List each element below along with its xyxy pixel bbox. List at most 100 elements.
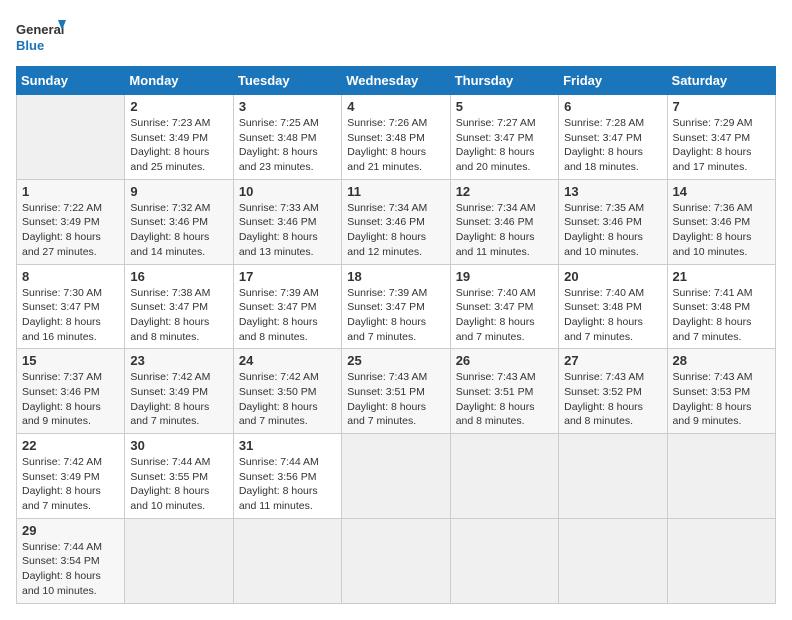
day-number: 4 <box>347 99 444 114</box>
calendar-cell <box>450 518 558 603</box>
calendar-cell: 20 Sunrise: 7:40 AMSunset: 3:48 PMDayligh… <box>559 264 667 349</box>
header-saturday: Saturday <box>667 67 775 95</box>
day-info: Sunrise: 7:44 AMSunset: 3:54 PMDaylight:… <box>22 540 119 599</box>
calendar-cell <box>342 434 450 519</box>
calendar-cell: 1 Sunrise: 7:22 AMSunset: 3:49 PMDaylight… <box>17 179 125 264</box>
calendar-cell <box>559 518 667 603</box>
day-info: Sunrise: 7:40 AMSunset: 3:47 PMDaylight:… <box>456 286 553 345</box>
calendar-cell: 9Sunrise: 7:32 AMSunset: 3:46 PMDaylight… <box>125 179 233 264</box>
day-info: Sunrise: 7:43 AMSunset: 3:51 PMDaylight:… <box>347 370 444 429</box>
day-info: Sunrise: 7:30 AMSunset: 3:47 PMDaylight:… <box>22 286 119 345</box>
day-info: Sunrise: 7:41 AMSunset: 3:48 PMDaylight:… <box>673 286 770 345</box>
calendar-cell: 28Sunrise: 7:43 AMSunset: 3:53 PMDayligh… <box>667 349 775 434</box>
day-number: 13 <box>564 184 661 199</box>
day-number: 9 <box>130 184 227 199</box>
calendar-cell: 21Sunrise: 7:41 AMSunset: 3:48 PMDayligh… <box>667 264 775 349</box>
day-number: 24 <box>239 353 336 368</box>
calendar-week-4: 22 Sunrise: 7:42 AMSunset: 3:49 PMDayligh… <box>17 434 776 519</box>
day-number: 27 <box>564 353 661 368</box>
day-number: 19 <box>456 269 553 284</box>
day-number: 25 <box>347 353 444 368</box>
day-number: 10 <box>239 184 336 199</box>
calendar-cell: 5Sunrise: 7:27 AMSunset: 3:47 PMDaylight… <box>450 95 558 180</box>
calendar-cell: 17Sunrise: 7:39 AMSunset: 3:47 PMDayligh… <box>233 264 341 349</box>
day-number: 2 <box>130 99 227 114</box>
day-info: Sunrise: 7:35 AMSunset: 3:46 PMDaylight:… <box>564 201 661 260</box>
calendar-cell: 31Sunrise: 7:44 AMSunset: 3:56 PMDayligh… <box>233 434 341 519</box>
day-number: 7 <box>673 99 770 114</box>
day-info: Sunrise: 7:40 AMSunset: 3:48 PMDaylight:… <box>564 286 661 345</box>
svg-text:General: General <box>16 22 64 37</box>
day-info: Sunrise: 7:28 AMSunset: 3:47 PMDaylight:… <box>564 116 661 175</box>
svg-text:Blue: Blue <box>16 38 44 53</box>
day-number: 29 <box>22 523 119 538</box>
day-info: Sunrise: 7:43 AMSunset: 3:51 PMDaylight:… <box>456 370 553 429</box>
day-number: 5 <box>456 99 553 114</box>
day-number: 22 <box>22 438 119 453</box>
header-wednesday: Wednesday <box>342 67 450 95</box>
logo-svg: General Blue <box>16 16 66 58</box>
calendar-week-0: 2 Sunrise: 7:23 AMSunset: 3:49 PMDaylight… <box>17 95 776 180</box>
calendar-cell <box>342 518 450 603</box>
calendar-week-1: 1 Sunrise: 7:22 AMSunset: 3:49 PMDaylight… <box>17 179 776 264</box>
day-info: Sunrise: 7:42 AMSunset: 3:49 PMDaylight:… <box>130 370 227 429</box>
calendar-cell: 29 Sunrise: 7:44 AMSunset: 3:54 PMDayligh… <box>17 518 125 603</box>
day-info: Sunrise: 7:39 AMSunset: 3:47 PMDaylight:… <box>239 286 336 345</box>
calendar-cell: 18Sunrise: 7:39 AMSunset: 3:47 PMDayligh… <box>342 264 450 349</box>
calendar-cell: 8 Sunrise: 7:30 AMSunset: 3:47 PMDaylight… <box>17 264 125 349</box>
calendar-cell: 16Sunrise: 7:38 AMSunset: 3:47 PMDayligh… <box>125 264 233 349</box>
day-number: 6 <box>564 99 661 114</box>
calendar-cell <box>667 518 775 603</box>
calendar-cell <box>559 434 667 519</box>
day-info: Sunrise: 7:33 AMSunset: 3:46 PMDaylight:… <box>239 201 336 260</box>
day-info: Sunrise: 7:29 AMSunset: 3:47 PMDaylight:… <box>673 116 770 175</box>
day-number: 20 <box>564 269 661 284</box>
day-info: Sunrise: 7:25 AMSunset: 3:48 PMDaylight:… <box>239 116 336 175</box>
day-info: Sunrise: 7:22 AMSunset: 3:49 PMDaylight:… <box>22 201 119 260</box>
day-info: Sunrise: 7:26 AMSunset: 3:48 PMDaylight:… <box>347 116 444 175</box>
day-info: Sunrise: 7:23 AMSunset: 3:49 PMDaylight:… <box>130 116 227 175</box>
calendar-cell: 27 Sunrise: 7:43 AMSunset: 3:52 PMDayligh… <box>559 349 667 434</box>
calendar-cell: 2 Sunrise: 7:23 AMSunset: 3:49 PMDaylight… <box>125 95 233 180</box>
day-info: Sunrise: 7:42 AMSunset: 3:49 PMDaylight:… <box>22 455 119 514</box>
calendar-cell: 7 Sunrise: 7:29 AMSunset: 3:47 PMDaylight… <box>667 95 775 180</box>
day-number: 15 <box>22 353 119 368</box>
calendar-cell <box>125 518 233 603</box>
calendar-cell: 6 Sunrise: 7:28 AMSunset: 3:47 PMDaylight… <box>559 95 667 180</box>
day-number: 16 <box>130 269 227 284</box>
header-tuesday: Tuesday <box>233 67 341 95</box>
day-number: 30 <box>130 438 227 453</box>
calendar-cell: 22 Sunrise: 7:42 AMSunset: 3:49 PMDayligh… <box>17 434 125 519</box>
calendar-cell <box>233 518 341 603</box>
calendar-cell: 13 Sunrise: 7:35 AMSunset: 3:46 PMDayligh… <box>559 179 667 264</box>
header-friday: Friday <box>559 67 667 95</box>
day-info: Sunrise: 7:37 AMSunset: 3:46 PMDaylight:… <box>22 370 119 429</box>
day-number: 28 <box>673 353 770 368</box>
day-info: Sunrise: 7:34 AMSunset: 3:46 PMDaylight:… <box>456 201 553 260</box>
day-number: 1 <box>22 184 119 199</box>
calendar-cell <box>450 434 558 519</box>
day-number: 8 <box>22 269 119 284</box>
calendar-cell: 23Sunrise: 7:42 AMSunset: 3:49 PMDayligh… <box>125 349 233 434</box>
calendar-week-2: 8 Sunrise: 7:30 AMSunset: 3:47 PMDaylight… <box>17 264 776 349</box>
calendar-cell: 12Sunrise: 7:34 AMSunset: 3:46 PMDayligh… <box>450 179 558 264</box>
calendar-cell: 24 Sunrise: 7:42 AMSunset: 3:50 PMDayligh… <box>233 349 341 434</box>
calendar-cell: 26 Sunrise: 7:43 AMSunset: 3:51 PMDayligh… <box>450 349 558 434</box>
logo: General Blue <box>16 16 66 58</box>
calendar-cell: 19 Sunrise: 7:40 AMSunset: 3:47 PMDayligh… <box>450 264 558 349</box>
day-info: Sunrise: 7:34 AMSunset: 3:46 PMDaylight:… <box>347 201 444 260</box>
day-info: Sunrise: 7:42 AMSunset: 3:50 PMDaylight:… <box>239 370 336 429</box>
day-info: Sunrise: 7:39 AMSunset: 3:47 PMDaylight:… <box>347 286 444 345</box>
day-number: 31 <box>239 438 336 453</box>
header-monday: Monday <box>125 67 233 95</box>
day-info: Sunrise: 7:44 AMSunset: 3:55 PMDaylight:… <box>130 455 227 514</box>
calendar-table: SundayMondayTuesdayWednesdayThursdayFrid… <box>16 66 776 604</box>
day-number: 26 <box>456 353 553 368</box>
calendar-cell: 11Sunrise: 7:34 AMSunset: 3:46 PMDayligh… <box>342 179 450 264</box>
calendar-cell: 30 Sunrise: 7:44 AMSunset: 3:55 PMDayligh… <box>125 434 233 519</box>
day-info: Sunrise: 7:43 AMSunset: 3:52 PMDaylight:… <box>564 370 661 429</box>
calendar-cell: 10 Sunrise: 7:33 AMSunset: 3:46 PMDayligh… <box>233 179 341 264</box>
calendar-cell: 14Sunrise: 7:36 AMSunset: 3:46 PMDayligh… <box>667 179 775 264</box>
calendar-week-5: 29 Sunrise: 7:44 AMSunset: 3:54 PMDayligh… <box>17 518 776 603</box>
calendar-cell: 4 Sunrise: 7:26 AMSunset: 3:48 PMDaylight… <box>342 95 450 180</box>
